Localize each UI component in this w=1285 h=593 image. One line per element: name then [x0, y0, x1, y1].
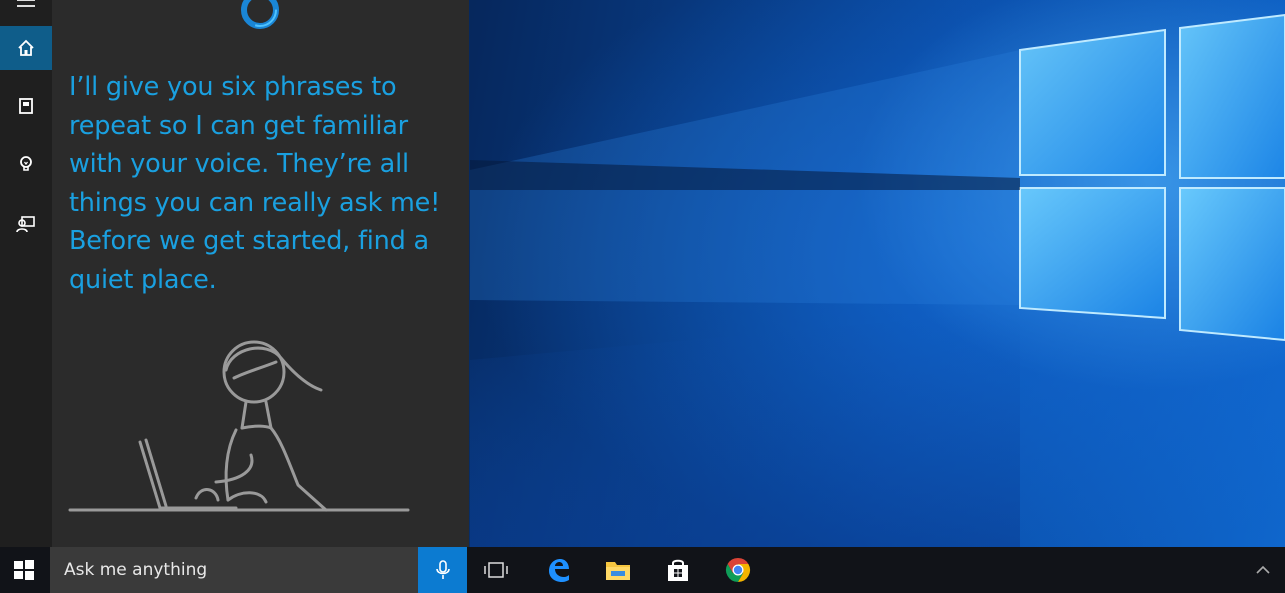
taskbar: Ask me anything	[0, 547, 1285, 593]
cortana-ring-icon	[241, 0, 279, 29]
microphone-icon	[435, 560, 450, 579]
rail-item-feedback[interactable]	[0, 202, 52, 246]
lightbulb-icon	[20, 156, 32, 171]
cortana-panel: I’ll give you six phrases to repeat so I…	[52, 0, 469, 547]
search-placeholder: Ask me anything	[64, 560, 208, 580]
chevron-up-icon	[1256, 565, 1270, 574]
show-hidden-icons-button[interactable]	[1251, 547, 1275, 593]
hamburger-icon	[17, 0, 35, 7]
windows-start-icon	[14, 560, 34, 580]
rail-item-reminders[interactable]	[0, 142, 52, 186]
file-explorer-icon	[606, 562, 630, 580]
home-icon	[18, 39, 34, 56]
edge-taskbar-button[interactable]	[536, 547, 580, 593]
chrome-taskbar-button[interactable]	[716, 547, 760, 593]
rail-item-home[interactable]	[0, 26, 52, 70]
person-at-laptop-illustration	[68, 340, 410, 512]
notebook-icon	[19, 98, 33, 114]
hamburger-menu-button[interactable]	[0, 0, 52, 22]
chrome-icon	[725, 558, 751, 582]
file-explorer-taskbar-button[interactable]	[596, 547, 640, 593]
start-button[interactable]	[0, 547, 48, 593]
microphone-button[interactable]	[418, 547, 467, 593]
store-icon	[668, 559, 688, 581]
store-taskbar-button[interactable]	[656, 547, 700, 593]
cortana-message: I’ll give you six phrases to repeat so I…	[69, 72, 441, 295]
rail-item-notebook[interactable]	[0, 84, 52, 128]
task-view-button[interactable]	[474, 547, 518, 593]
feedback-icon	[16, 216, 35, 233]
cortana-nav-rail	[0, 0, 52, 547]
edge-icon	[549, 559, 569, 582]
screen: I’ll give you six phrases to repeat so I…	[0, 0, 1285, 593]
search-input[interactable]: Ask me anything	[50, 547, 418, 593]
task-view-icon	[484, 562, 508, 578]
